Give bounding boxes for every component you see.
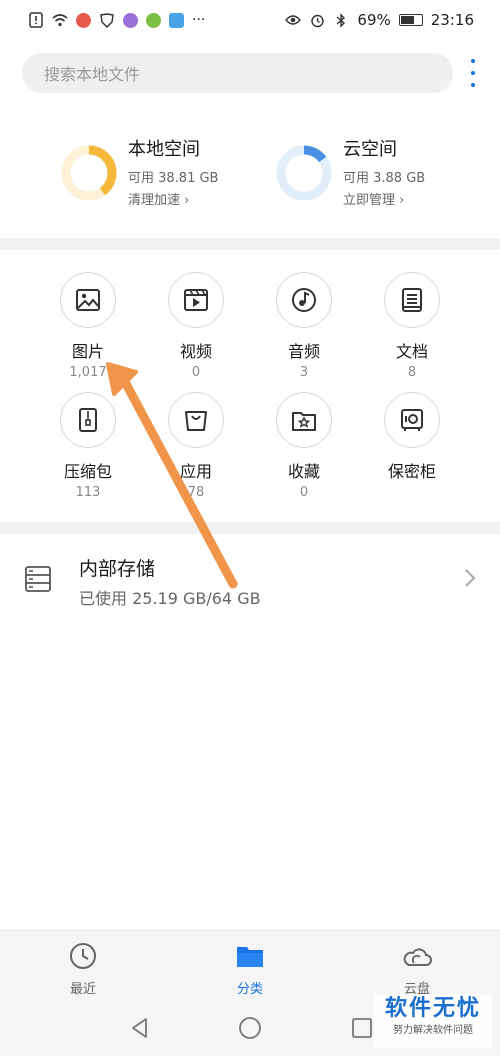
nav-cloud[interactable]: 云盘 bbox=[367, 941, 467, 997]
app-notification-icon bbox=[123, 12, 138, 28]
bottom-nav: 最近 分类 云盘 bbox=[0, 930, 500, 1000]
category-label: 视频 bbox=[179, 342, 212, 361]
chevron-right-icon: › bbox=[399, 193, 405, 208]
category-label: 图片 bbox=[71, 342, 104, 361]
category-count: 78 bbox=[187, 485, 205, 500]
battery-percent: 69% bbox=[357, 11, 391, 29]
dot-icon bbox=[471, 59, 475, 63]
chevron-right-icon bbox=[465, 569, 476, 587]
category-label: 应用 bbox=[179, 462, 212, 481]
cloud-space-card[interactable]: 云空间 可用 3.88 GB 立即管理 › bbox=[275, 135, 425, 208]
wifi-icon bbox=[52, 12, 68, 28]
category-apps[interactable]: 应用 78 bbox=[141, 392, 251, 500]
category-images[interactable]: 图片 1,017 bbox=[33, 272, 143, 380]
app-bag-icon bbox=[168, 392, 224, 448]
category-videos[interactable]: 视频 0 bbox=[141, 272, 251, 380]
local-space-title: 本地空间 bbox=[128, 139, 200, 160]
more-notifications-icon: ··· bbox=[192, 12, 206, 28]
cloud-space-available: 可用 3.88 GB bbox=[343, 171, 426, 186]
nav-label: 分类 bbox=[236, 982, 263, 997]
dot-icon bbox=[471, 83, 475, 87]
category-label: 收藏 bbox=[287, 462, 320, 481]
battery-icon bbox=[398, 14, 423, 26]
search-input[interactable]: 搜索本地文件 bbox=[22, 53, 453, 93]
image-icon bbox=[60, 272, 116, 328]
category-label: 文档 bbox=[395, 342, 428, 361]
storage-summary: 本地空间 可用 38.81 GB 清理加速 › 云空间 可用 3.88 GB 立… bbox=[0, 135, 500, 215]
status-left: ··· bbox=[28, 12, 205, 28]
watermark-title: 软件无忧 bbox=[384, 996, 481, 1021]
zip-icon bbox=[60, 392, 116, 448]
chevron-right-icon: › bbox=[184, 193, 190, 208]
safe-icon bbox=[384, 392, 440, 448]
cloud-icon bbox=[403, 948, 432, 966]
category-label: 保密柜 bbox=[387, 462, 436, 481]
search-row: 搜索本地文件 bbox=[22, 53, 478, 93]
app-notification-icon bbox=[76, 12, 91, 28]
category-favorites[interactable]: 收藏 0 bbox=[249, 392, 359, 500]
video-icon bbox=[168, 272, 224, 328]
category-count: 113 bbox=[75, 485, 101, 500]
folder-icon bbox=[237, 947, 263, 967]
clock-time: 23:16 bbox=[430, 11, 474, 29]
shield-icon bbox=[99, 12, 115, 28]
more-options-button[interactable] bbox=[468, 59, 478, 87]
category-documents[interactable]: 文档 8 bbox=[357, 272, 467, 380]
category-archives[interactable]: 压缩包 113 bbox=[33, 392, 143, 500]
alarm-icon bbox=[309, 12, 325, 28]
home-icon[interactable] bbox=[238, 1016, 262, 1040]
internal-storage-row[interactable]: 内部存储 已使用 25.19 GB/64 GB bbox=[0, 540, 500, 630]
category-count: 0 bbox=[191, 365, 201, 380]
local-space-donut bbox=[61, 145, 117, 201]
audio-icon bbox=[276, 272, 332, 328]
local-space-available: 可用 38.81 GB bbox=[128, 171, 219, 186]
watermark: 软件无忧 努力解决软件问题 bbox=[374, 994, 492, 1048]
clean-accelerate-link[interactable]: 清理加速 › bbox=[128, 189, 218, 208]
app-notification-icon bbox=[146, 12, 161, 28]
category-count: 1,017 bbox=[69, 365, 107, 380]
nav-categories[interactable]: 分类 bbox=[200, 941, 300, 997]
cloud-space-donut bbox=[276, 145, 332, 201]
internal-storage-title: 内部存储 bbox=[79, 558, 156, 580]
recents-icon[interactable] bbox=[350, 1016, 374, 1040]
category-count: 8 bbox=[407, 365, 417, 380]
star-folder-icon bbox=[276, 392, 332, 448]
app-notification-icon bbox=[169, 12, 184, 28]
dot-icon bbox=[471, 71, 475, 75]
storage-server-icon bbox=[25, 566, 51, 592]
alert-icon bbox=[28, 12, 44, 28]
category-count: 0 bbox=[299, 485, 309, 500]
category-safe[interactable]: 保密柜 bbox=[357, 392, 467, 485]
eye-icon bbox=[285, 12, 302, 28]
local-space-card[interactable]: 本地空间 可用 38.81 GB 清理加速 › bbox=[60, 135, 218, 208]
watermark-subtitle: 努力解决软件问题 bbox=[393, 1025, 473, 1036]
status-bar: ··· 69% 23:16 bbox=[0, 0, 500, 40]
category-label: 压缩包 bbox=[63, 462, 112, 481]
manage-now-label: 立即管理 bbox=[343, 193, 396, 208]
document-icon bbox=[384, 272, 440, 328]
clock-icon bbox=[70, 943, 96, 969]
internal-storage-usage: 已使用 25.19 GB/64 GB bbox=[79, 589, 261, 608]
cloud-space-title: 云空间 bbox=[343, 139, 397, 160]
nav-label: 最近 bbox=[69, 982, 96, 997]
nav-recent[interactable]: 最近 bbox=[33, 941, 133, 997]
bluetooth-icon bbox=[333, 12, 349, 28]
status-right: 69% 23:16 bbox=[285, 11, 474, 29]
category-label: 音频 bbox=[287, 342, 320, 361]
clean-accelerate-label: 清理加速 bbox=[128, 193, 181, 208]
category-audio[interactable]: 音频 3 bbox=[249, 272, 359, 380]
category-count: 3 bbox=[299, 365, 309, 380]
manage-now-link[interactable]: 立即管理 › bbox=[343, 189, 425, 208]
section-divider bbox=[0, 522, 500, 534]
section-divider bbox=[0, 238, 500, 250]
back-icon[interactable] bbox=[128, 1016, 152, 1040]
